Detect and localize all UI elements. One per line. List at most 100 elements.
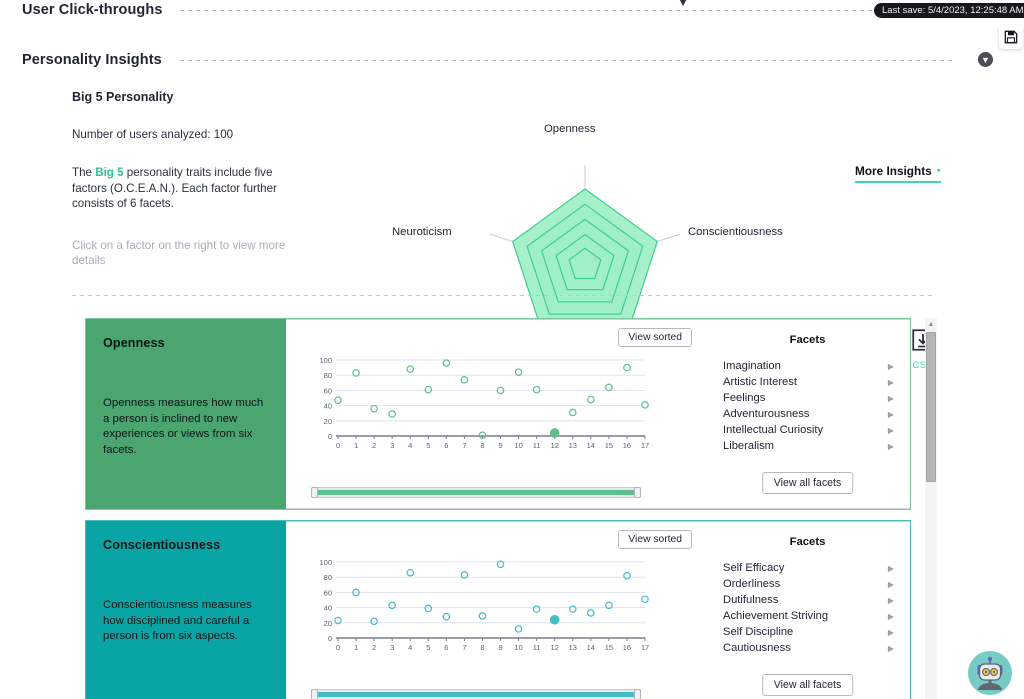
floppy-disk-icon: [1004, 30, 1018, 44]
factor-description: Openness measures how much a person is i…: [103, 397, 264, 456]
svg-text:17: 17: [641, 643, 649, 652]
overview-description: The Big 5 personality traits include fiv…: [72, 165, 287, 212]
overview-hint: Click on a factor on the right to view m…: [72, 238, 286, 268]
svg-text:0: 0: [336, 441, 340, 450]
facet-item[interactable]: Feelings ▶: [705, 390, 910, 406]
svg-text:40: 40: [324, 402, 332, 411]
svg-text:0: 0: [328, 634, 332, 643]
factor-card-header-conscientiousness[interactable]: Conscientiousness Conscientiousness meas…: [86, 521, 286, 699]
facet-item[interactable]: Liberalism ▶: [705, 438, 910, 454]
svg-text:60: 60: [324, 386, 332, 395]
svg-text:5: 5: [426, 643, 430, 652]
svg-text:13: 13: [569, 441, 577, 450]
svg-text:1: 1: [354, 643, 358, 652]
vertical-scrollbar[interactable]: ▲: [925, 318, 937, 699]
openness-range-slider[interactable]: [311, 487, 641, 499]
conscientiousness-range-slider[interactable]: [311, 689, 641, 699]
svg-text:0: 0: [336, 643, 340, 652]
svg-text:40: 40: [324, 604, 332, 613]
svg-text:12: 12: [551, 643, 559, 652]
facet-label: Self Discipline: [723, 626, 794, 638]
chevron-right-icon: ▶: [887, 627, 894, 637]
facet-item[interactable]: Orderliness ▶: [705, 576, 910, 592]
scatter-point: [568, 408, 577, 417]
divider-line: [72, 295, 934, 296]
view-all-facets-button[interactable]: View all facets: [761, 674, 854, 696]
scatter-point: [623, 571, 631, 580]
facet-item[interactable]: Achievement Striving ▶: [705, 608, 910, 624]
facet-item[interactable]: Cautiousness ▶: [705, 640, 910, 656]
facet-item[interactable]: Dutifulness ▶: [705, 592, 910, 608]
factor-cards-scroll-area[interactable]: Openness Openness measures how much a pe…: [85, 318, 940, 699]
save-button[interactable]: [999, 25, 1023, 49]
users-analyzed-label: Number of users analyzed: 100: [72, 128, 234, 141]
slider-handle-right[interactable]: [634, 689, 641, 699]
svg-text:100: 100: [319, 356, 332, 365]
svg-text:7: 7: [462, 643, 466, 652]
radar-label-conscientiousness[interactable]: Conscientiousness: [688, 226, 783, 238]
chevron-right-icon: ▶: [887, 361, 894, 371]
section-header-personality: Personality Insights: [0, 52, 1024, 68]
view-sorted-button[interactable]: View sorted: [618, 530, 692, 549]
last-save-tooltip: Last save: 5/4/2023, 12:25:48 AM: [874, 3, 1024, 18]
slider-handle-left[interactable]: [311, 689, 318, 699]
facet-item[interactable]: Self Efficacy ▶: [705, 560, 910, 576]
scatter-point: [514, 625, 523, 633]
facet-label: Achievement Striving: [723, 610, 829, 622]
factor-card-conscientiousness[interactable]: Conscientiousness Conscientiousness meas…: [85, 520, 911, 699]
chevron-right-icon: ▶: [887, 595, 894, 605]
facet-item[interactable]: Adventurousness ▶: [705, 406, 910, 422]
slider-handle-left[interactable]: [311, 487, 318, 498]
scatter-point: [532, 605, 541, 613]
svg-text:11: 11: [533, 441, 541, 450]
chevron-down-icon: ▾: [936, 166, 941, 175]
svg-text:10: 10: [514, 643, 522, 652]
factor-card-openness[interactable]: Openness Openness measures how much a pe…: [85, 318, 911, 510]
svg-text:4: 4: [408, 643, 412, 652]
facet-label: Feelings: [723, 392, 766, 404]
svg-text:60: 60: [324, 588, 332, 597]
factor-name: Openness: [103, 336, 165, 350]
scatter-point: [532, 385, 541, 394]
scatter-point: [406, 365, 415, 373]
svg-text:16: 16: [623, 441, 631, 450]
svg-text:2: 2: [372, 643, 376, 652]
openness-scatter-plot[interactable]: 0204060801000 1 2 3 4 5 6 7 8 9 10 11 12 13 14 15 16 17: [308, 356, 653, 454]
facet-label: Cautiousness: [723, 642, 791, 654]
scatter-point: [406, 568, 415, 577]
svg-text:16: 16: [623, 643, 631, 652]
personality-overview: Big 5 Personality Number of users analyz…: [0, 74, 1024, 386]
facet-item[interactable]: Intellectual Curiosity ▶: [705, 422, 910, 438]
slider-handle-right[interactable]: [634, 487, 641, 498]
facet-item[interactable]: Imagination ▶: [705, 358, 910, 374]
section-header-click-throughs: User Click-throughs: [0, 2, 1024, 18]
factor-card-header-openness[interactable]: Openness Openness measures how much a pe…: [86, 319, 286, 509]
svg-text:5: 5: [426, 441, 430, 450]
facet-item[interactable]: Artistic Interest ▶: [705, 374, 910, 390]
conscientiousness-scatter-plot[interactable]: 0204060801000 1 2 3 4 5 6 7 8 9 10 11 12 13 14 15 16 17: [308, 558, 653, 656]
scrollbar-thumb[interactable]: [926, 332, 936, 482]
view-sorted-button[interactable]: View sorted: [618, 328, 692, 347]
scatter-point: [388, 410, 396, 418]
chevron-down-icon[interactable]: ▼: [676, 0, 690, 8]
caret-up-icon[interactable]: ▲: [925, 318, 937, 330]
svg-text:1: 1: [354, 441, 358, 450]
svg-text:3: 3: [390, 643, 394, 652]
radar-label-openness[interactable]: Openness: [544, 123, 596, 135]
svg-text:17: 17: [641, 441, 649, 450]
big5-link[interactable]: Big 5: [95, 166, 123, 179]
scatter-point: [549, 614, 560, 625]
view-all-facets-button[interactable]: View all facets: [761, 472, 854, 494]
more-insights-button[interactable]: More Insights ▾: [855, 164, 941, 183]
scatter-point: [478, 612, 487, 620]
chatbot-button[interactable]: [967, 650, 1013, 696]
scatter-point: [460, 375, 469, 384]
scatter-point: [641, 401, 649, 409]
svg-text:13: 13: [569, 643, 577, 652]
scatter-point: [424, 604, 433, 613]
scatter-point: [370, 404, 378, 413]
svg-text:0: 0: [328, 432, 332, 441]
chevron-right-icon: ▶: [887, 643, 894, 653]
radar-label-neuroticism[interactable]: Neuroticism: [392, 226, 452, 238]
facet-item[interactable]: Self Discipline ▶: [705, 624, 910, 640]
